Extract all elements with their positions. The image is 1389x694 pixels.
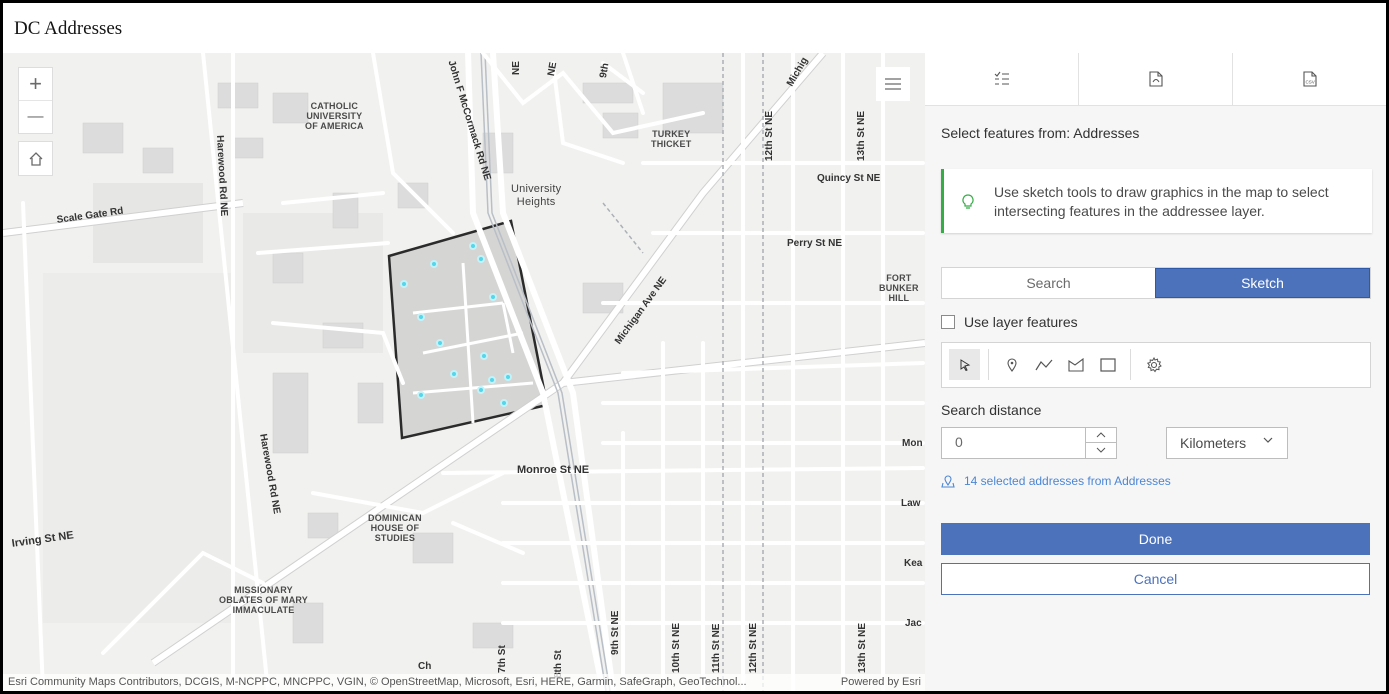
tab-pdf[interactable]	[1078, 53, 1232, 105]
notice-text: Use sketch tools to draw graphics in the…	[994, 184, 1329, 219]
zoom-control: + —	[18, 67, 53, 134]
road-7th: 7th St	[497, 645, 508, 673]
powered-by[interactable]: Powered by Esri	[841, 674, 921, 691]
road-monroe: Monroe St NE	[517, 464, 590, 476]
list-icon	[885, 78, 901, 90]
road-law: Law	[901, 498, 921, 509]
done-button[interactable]: Done	[941, 523, 1370, 555]
app-header: DC Addresses	[3, 3, 1386, 53]
polygon-icon	[1067, 357, 1084, 372]
home-button[interactable]	[18, 141, 53, 176]
road-perry: Perry St NE	[787, 238, 843, 249]
polyline-tool[interactable]	[1028, 349, 1059, 380]
lightbulb-icon	[962, 194, 974, 209]
search-distance-input[interactable]: 0	[941, 427, 1117, 459]
polygon-tool[interactable]	[1060, 349, 1091, 380]
road-12th: 12th St NE	[748, 622, 759, 673]
point-tool[interactable]	[996, 349, 1027, 380]
rectangle-tool[interactable]	[1092, 349, 1123, 380]
selected-count[interactable]: 14 selected addresses from Addresses	[941, 474, 1171, 488]
chevron-down-icon	[1263, 437, 1273, 443]
label-dominican-house: DOMINICAN HOUSE OF STUDIES	[368, 513, 422, 543]
road-ch: Ch	[418, 661, 432, 672]
app-frame: DC Addresses CATHOLIC UNIVERSITY OF AMER…	[3, 3, 1386, 691]
basemap	[3, 53, 925, 691]
rectangle-icon	[1099, 357, 1116, 372]
road-12th-top: 12th St NE	[764, 110, 775, 161]
csv-icon: CSV	[1302, 71, 1317, 87]
road-11th: 11th St NE	[711, 623, 722, 673]
road-jac: Jac	[905, 618, 922, 629]
label-turkey-thicket: TURKEY THICKET	[651, 129, 692, 149]
select-tool[interactable]	[949, 349, 980, 380]
road-ne-top1: NE	[511, 61, 522, 75]
use-layer-features-label: Use layer features	[964, 314, 1078, 330]
distance-spinner	[1085, 428, 1116, 458]
distance-unit-value: Kilometers	[1180, 435, 1247, 451]
decrement-button[interactable]	[1086, 442, 1116, 457]
svg-text:CSV: CSV	[1305, 80, 1314, 85]
select-panel: CSV Select features from: Addresses Use …	[925, 53, 1386, 691]
home-icon	[29, 151, 42, 166]
use-layer-features-checkbox[interactable]	[941, 315, 955, 329]
zoom-out-button[interactable]: —	[19, 100, 52, 133]
sketch-toolbar	[941, 342, 1371, 388]
road-mon: Mon	[902, 438, 923, 449]
select-cursor-icon	[960, 358, 970, 371]
label-fort-bunker-hill: FORT BUNKER HILL	[879, 273, 919, 303]
zoom-in-button[interactable]: +	[19, 68, 52, 100]
road-13th: 13th St NE	[857, 622, 868, 673]
selected-count-text: 14 selected addresses from Addresses	[964, 474, 1171, 488]
chevron-up-icon	[1096, 432, 1106, 438]
map-view[interactable]: CATHOLIC UNIVERSITY OF AMERICA TURKEY THICK…	[3, 53, 925, 691]
mode-search[interactable]: Search	[942, 268, 1155, 298]
polyline-icon	[1034, 359, 1052, 370]
chevron-down-icon	[1096, 447, 1106, 453]
toolbar-separator	[988, 349, 989, 380]
settings-icon	[1146, 356, 1162, 372]
map-attribution: Esri Community Maps Contributors, DCGIS,…	[3, 674, 925, 691]
mode-sketch[interactable]: Sketch	[1155, 268, 1370, 298]
use-layer-features[interactable]: Use layer features	[941, 314, 1078, 330]
map-pin-icon	[941, 475, 955, 488]
label-university-heights: University Heights	[511, 183, 562, 208]
point-icon	[1006, 357, 1017, 372]
pdf-icon	[1148, 71, 1163, 87]
attribution-text: Esri Community Maps Contributors, DCGIS,…	[8, 676, 747, 688]
tab-csv[interactable]: CSV	[1232, 53, 1386, 105]
label-missionary-oblates: MISSIONARY OBLATES OF MARY IMMACULATE	[219, 585, 308, 615]
mode-segmented-control: Search Sketch	[941, 267, 1371, 299]
increment-button[interactable]	[1086, 428, 1116, 442]
search-distance-value: 0	[955, 434, 963, 450]
distance-unit-select[interactable]: Kilometers	[1166, 427, 1288, 459]
select-from-label: Select features from: Addresses	[941, 125, 1140, 141]
panel-tabs: CSV	[925, 53, 1386, 106]
app-title: DC Addresses	[14, 18, 123, 39]
road-kea: Kea	[904, 558, 923, 569]
cancel-button[interactable]: Cancel	[941, 563, 1370, 595]
road-13th-top: 13th St NE	[856, 110, 867, 161]
toolbar-separator	[1130, 349, 1131, 380]
road-quincy: Quincy St NE	[817, 173, 881, 184]
road-10th: 10th St NE	[671, 622, 682, 673]
checklist-icon	[994, 71, 1009, 85]
sketch-settings-button[interactable]	[1138, 349, 1169, 380]
road-9th: 9th St NE	[610, 610, 621, 655]
search-distance-label: Search distance	[941, 402, 1042, 418]
sketch-notice: Use sketch tools to draw graphics in the…	[941, 169, 1372, 233]
label-catholic-university: CATHOLIC UNIVERSITY OF AMERICA	[305, 101, 364, 131]
tab-checklist[interactable]	[925, 53, 1078, 105]
layer-list-button[interactable]	[876, 67, 910, 101]
